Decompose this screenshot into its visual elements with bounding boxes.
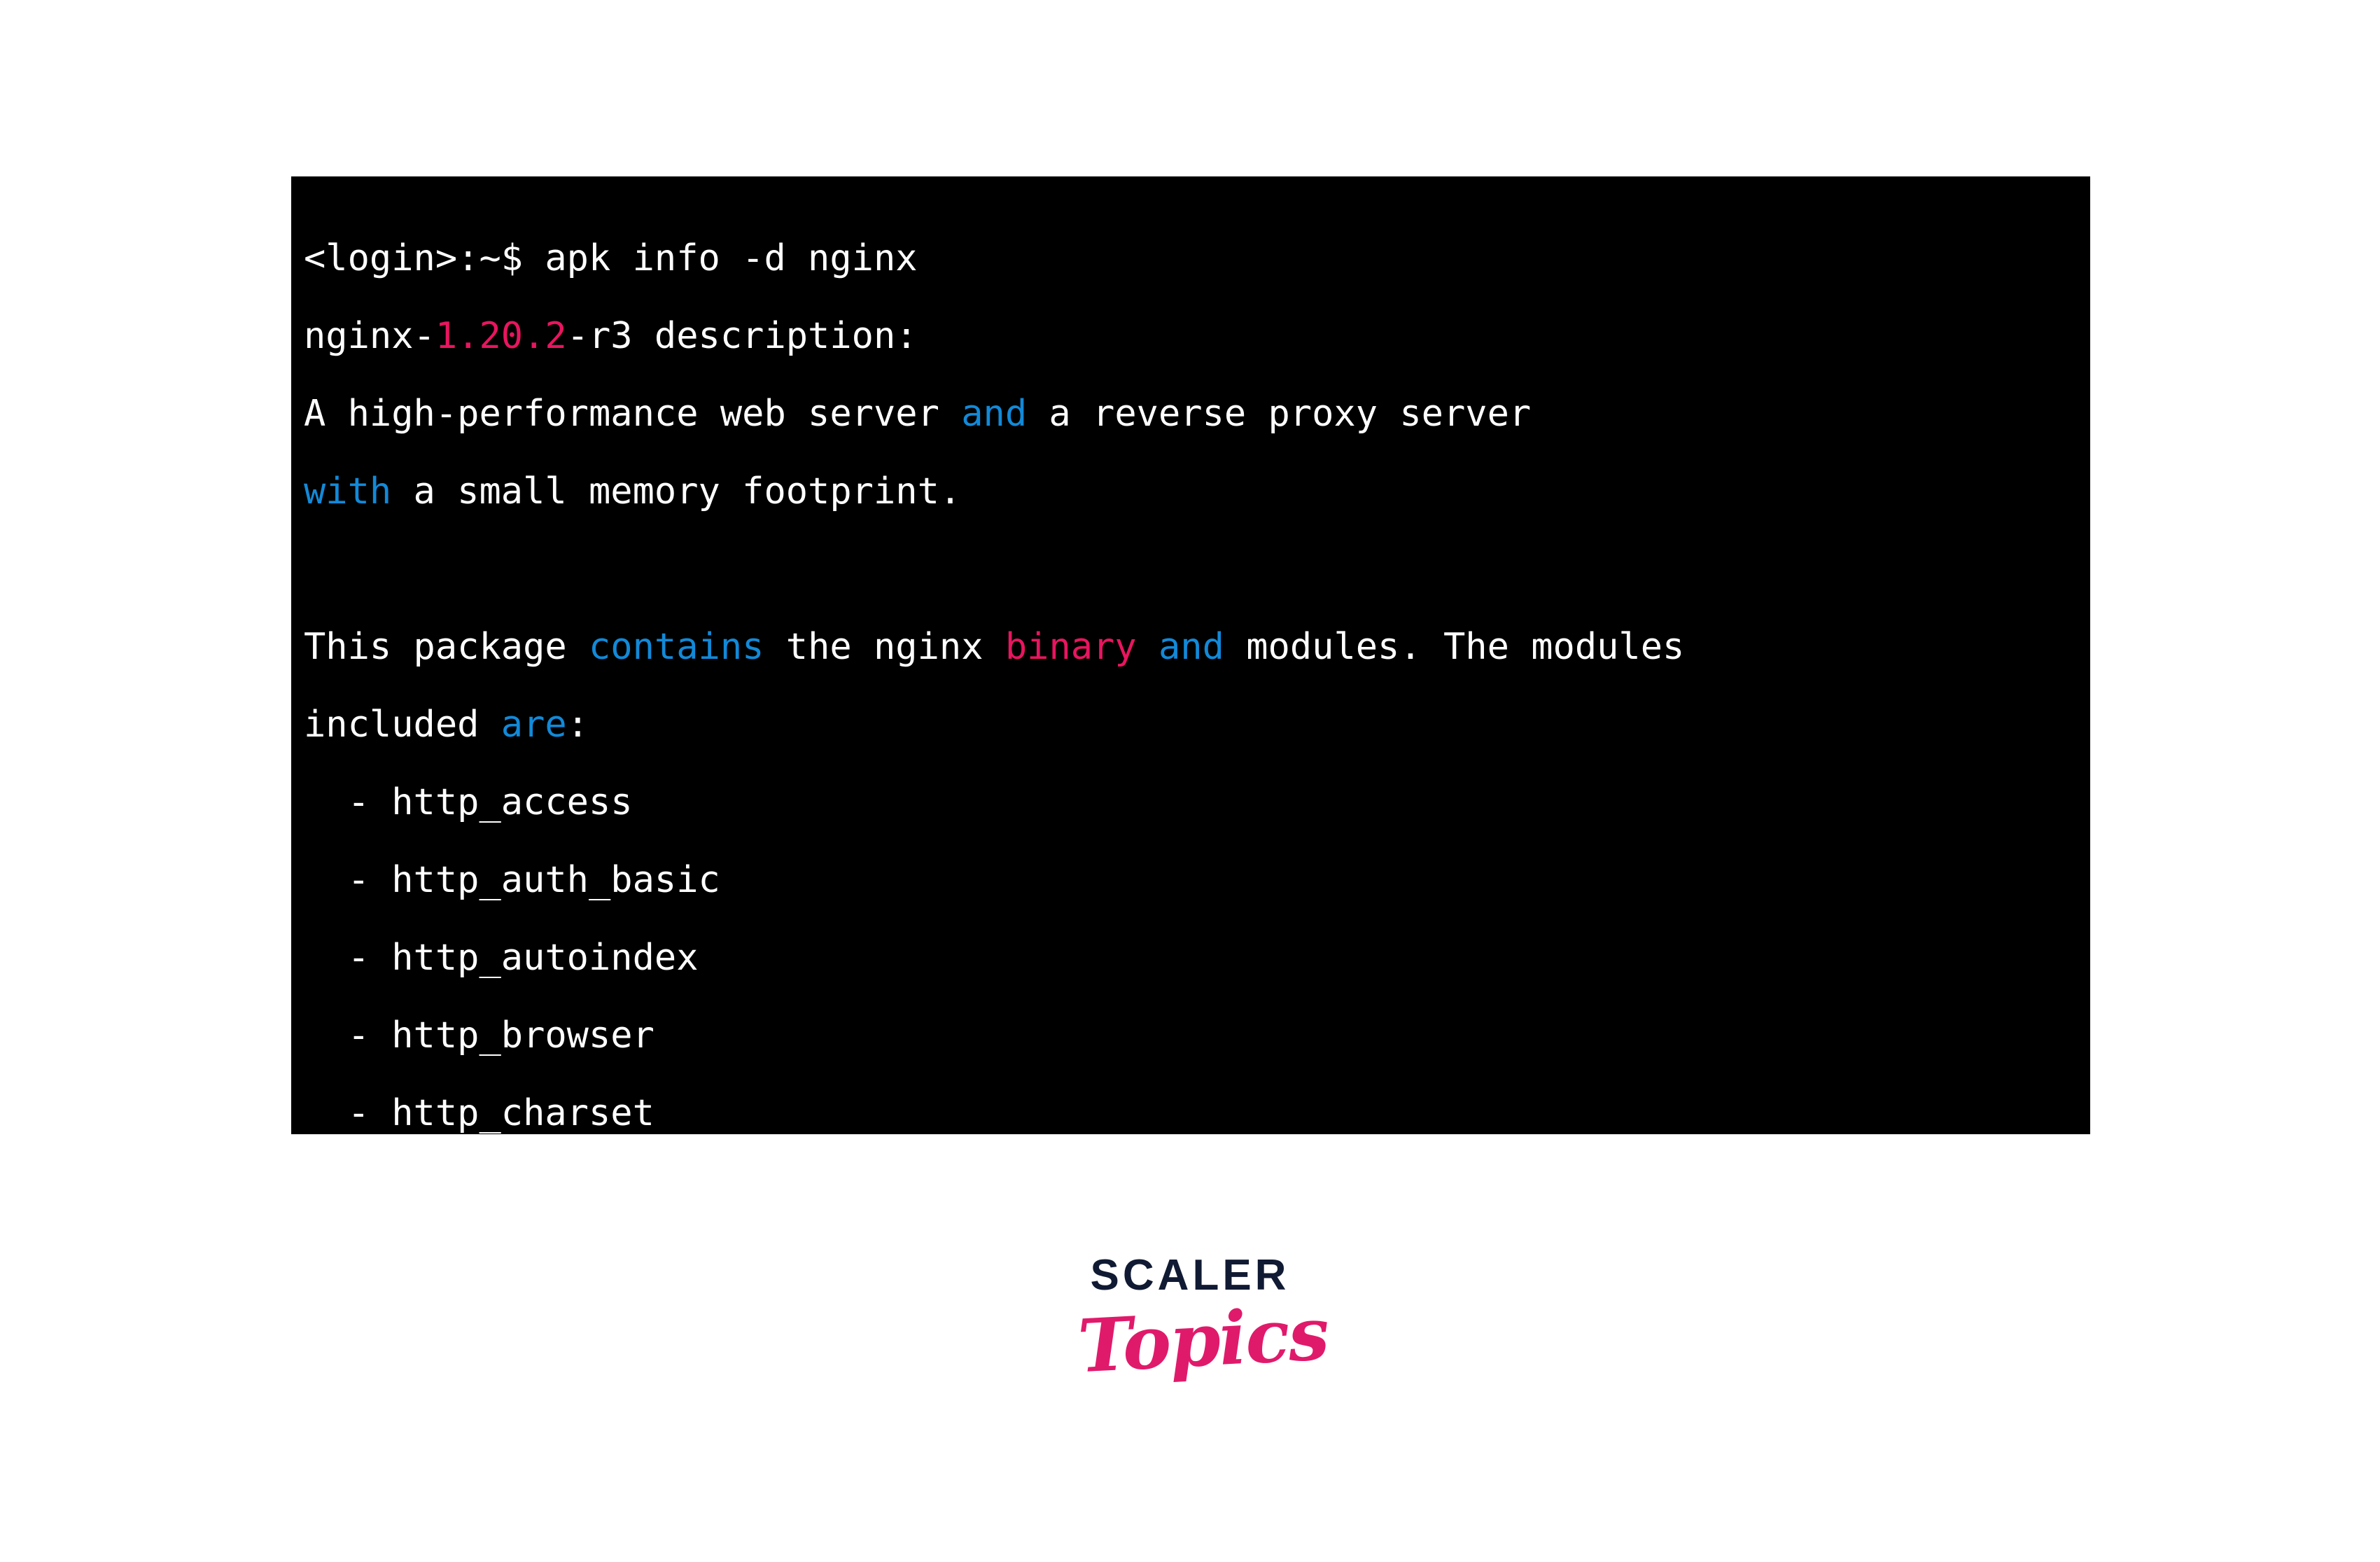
text-token: the nginx [764, 626, 1005, 668]
module-http-auth-basic: - http_auth_basic [291, 842, 2090, 919]
text-token: and [1158, 626, 1224, 668]
text-token: - http_charset [304, 1092, 654, 1134]
text-token: nginx- [304, 315, 435, 357]
text-token: A high-performance web server [304, 393, 962, 435]
text-token: - http_auth_basic [304, 859, 720, 901]
terminal-output: <login>:~$ apk info -d nginx nginx-1.20.2… [291, 220, 2090, 1152]
text-token: a small memory footprint. [391, 470, 962, 512]
text-token: contains [589, 626, 764, 668]
text-token: with [304, 470, 392, 512]
text-token: - http_autoindex [304, 937, 699, 979]
text-token: - http_access [304, 781, 633, 823]
text-token: - http_browser [304, 1014, 654, 1057]
blank-line [291, 531, 2090, 608]
module-http-autoindex: - http_autoindex [291, 919, 2090, 997]
prompt-line: <login>:~$ apk info -d nginx [291, 220, 2090, 298]
contains-line-2: included are: [291, 686, 2090, 764]
module-http-access: - http_access [291, 764, 2090, 842]
text-token: This package [304, 626, 589, 668]
scaler-topics-logo: SCALER Topics [1075, 1251, 1330, 1421]
description-line-2: with a small memory footprint. [291, 453, 2090, 531]
module-http-browser: - http_browser [291, 997, 2090, 1075]
text-token: and [961, 393, 1028, 435]
contains-line-1: This package contains the nginx binary a… [291, 608, 2090, 686]
logo-wordmark-topics: Topics [1075, 1290, 1330, 1390]
logo-wordmark-scaler: SCALER [1090, 1251, 1290, 1299]
text-token: -r3 description: [566, 315, 918, 357]
text-token: are [500, 704, 567, 746]
text-token: binary [1004, 626, 1137, 668]
terminal-window[interactable]: <login>:~$ apk info -d nginx nginx-1.20.2… [291, 176, 2090, 1134]
module-http-charset: - http_charset [291, 1075, 2090, 1152]
text-token: a reverse proxy server [1027, 393, 1532, 435]
text-token: 1.20.2 [435, 315, 567, 357]
text-token: modules. The modules [1224, 626, 1685, 668]
description-line-1: A high-performance web server and a reve… [291, 375, 2090, 453]
package-header-line: nginx-1.20.2-r3 description: [291, 298, 2090, 375]
text-token: : [566, 704, 589, 746]
text-token: <login>:~$ apk info -d nginx [304, 237, 918, 279]
text-token: included [304, 704, 501, 746]
